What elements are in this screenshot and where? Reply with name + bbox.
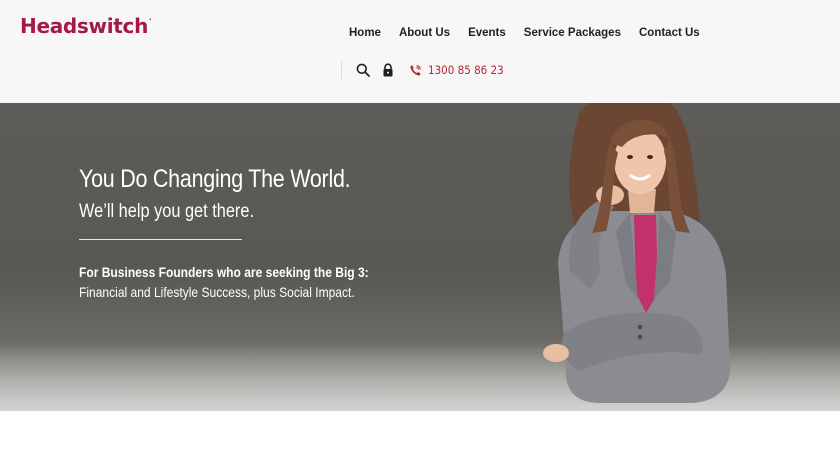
nav-item-contact-us[interactable]: Contact Us — [630, 27, 709, 39]
lock-icon[interactable] — [381, 63, 395, 77]
hero-tagline: Financial and Lifestyle Success, plus So… — [79, 284, 355, 300]
utility-divider — [341, 61, 342, 79]
utility-bar: 1300 85 86 23 — [341, 60, 512, 80]
hero-banner: You Do Changing The World. We’ll help yo… — [0, 103, 840, 411]
nav-item-events[interactable]: Events — [459, 27, 515, 39]
main-nav: Home About Us Events Service Packages Co… — [340, 24, 709, 42]
logo-trademark: . — [149, 14, 152, 22]
hero-text: You Do Changing The World. We’ll help yo… — [79, 163, 399, 300]
logo-text: Headswitch — [20, 14, 149, 38]
phone-icon — [409, 64, 422, 77]
hero-subtitle: We’ll help you get there. — [79, 201, 255, 222]
hero-tagline-bold: For Business Founders who are seeking th… — [79, 264, 369, 280]
nav-item-home[interactable]: Home — [340, 27, 390, 39]
hero-title: You Do Changing The World. — [79, 165, 351, 193]
nav-item-about-us[interactable]: About Us — [390, 27, 459, 39]
phone-link[interactable]: 1300 85 86 23 — [409, 63, 512, 77]
search-icon[interactable] — [356, 63, 370, 77]
site-header: Headswitch. Home About Us Events Service… — [0, 0, 840, 103]
founder-portrait-image — [543, 103, 730, 403]
nav-item-service-packages[interactable]: Service Packages — [515, 27, 630, 39]
site-logo[interactable]: Headswitch. — [20, 14, 152, 38]
phone-number: 1300 85 86 23 — [428, 63, 504, 77]
hero-divider — [79, 239, 242, 240]
